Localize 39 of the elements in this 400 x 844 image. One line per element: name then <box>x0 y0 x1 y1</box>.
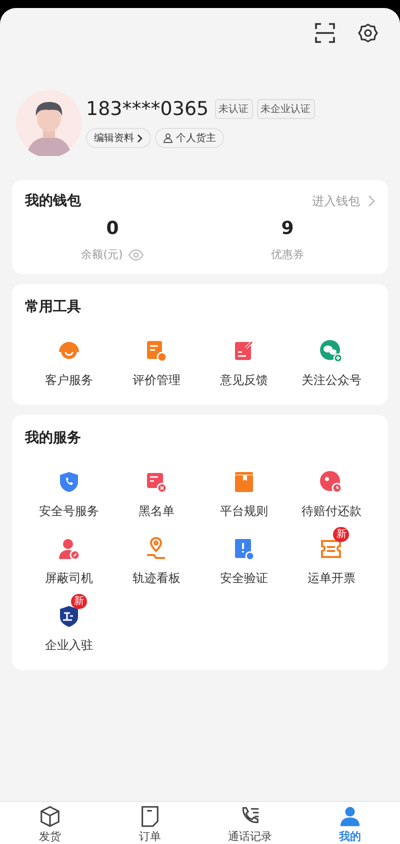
menu-item[interactable]: 安全验证 <box>200 526 288 587</box>
box-icon <box>38 805 62 828</box>
avatar-silhouette <box>16 90 82 156</box>
menu-item[interactable]: 新 运单开票 <box>288 526 375 587</box>
phone-number: 183****0365 <box>86 98 209 120</box>
stat-label: 优惠券 <box>271 247 304 262</box>
tab[interactable]: 通话记录 <box>200 802 300 844</box>
chevron-icon <box>137 134 143 142</box>
menu-item[interactable]: 屏蔽司机 <box>25 526 112 587</box>
scan-icon[interactable] <box>314 22 336 44</box>
person-icon <box>338 805 362 828</box>
tab[interactable]: 我的 <box>300 802 400 844</box>
section-title: 我的服务 <box>25 430 81 446</box>
menu-item[interactable]: 平台规则 <box>200 459 288 520</box>
menu-item[interactable]: 新 企业入驻 <box>25 593 112 654</box>
menu-item[interactable]: 安全号服务 <box>25 459 112 520</box>
menu-item[interactable]: 评价管理 <box>112 328 200 389</box>
section-title: 我的钱包 <box>25 192 81 210</box>
tab[interactable]: 发货 <box>0 802 100 844</box>
chevron-icon <box>368 195 375 207</box>
menu-item[interactable]: 黑名单 <box>112 459 200 520</box>
edit-profile-button[interactable]: 编辑资料 <box>86 128 151 148</box>
role-button[interactable]: 个人货主 <box>155 128 224 148</box>
stat-value: 0 <box>106 218 119 239</box>
person-icon <box>163 133 173 143</box>
stat-label: 余额(元) <box>81 247 123 262</box>
new-badge: 新 <box>70 594 87 609</box>
new-badge: 新 <box>333 527 350 542</box>
settings-icon[interactable] <box>358 23 378 43</box>
status-tag: 未认证 <box>214 99 253 119</box>
menu-item[interactable]: 待赔付还款 <box>288 459 375 520</box>
stat-value: 9 <box>281 218 294 239</box>
status-tag: 未企业认证 <box>256 99 315 119</box>
menu-item[interactable]: 轨迹看板 <box>112 526 200 587</box>
menu-item[interactable]: 客户服务 <box>25 328 112 389</box>
menu-item[interactable]: 关注公众号 <box>288 328 375 389</box>
tab[interactable]: 订单 <box>100 802 200 844</box>
section-title: 常用工具 <box>25 299 81 315</box>
menu-item[interactable]: 意见反馈 <box>200 328 288 389</box>
